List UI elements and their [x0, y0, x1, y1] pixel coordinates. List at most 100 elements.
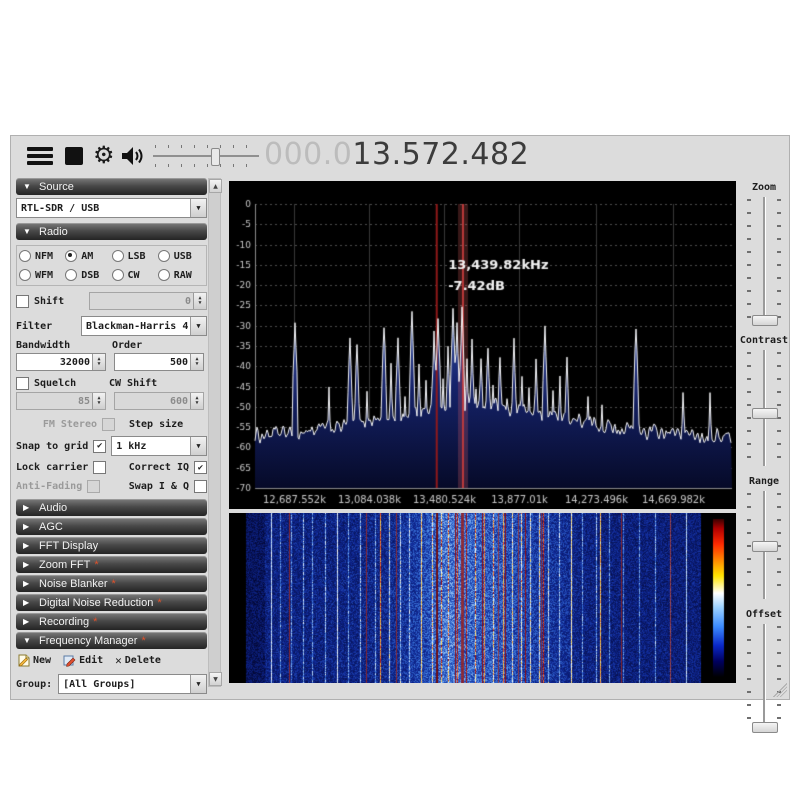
new-entry-button[interactable]: New — [18, 654, 51, 667]
section-label: Frequency Manager — [39, 634, 138, 647]
spinner-arrows-icon[interactable]: ▲ ▼ — [190, 354, 203, 370]
stop-button[interactable] — [65, 147, 83, 165]
mode-wfm[interactable]: WFM — [19, 269, 65, 281]
slider-ticks — [777, 626, 781, 728]
spinner-arrows-icon[interactable]: ▲ ▼ — [92, 354, 105, 370]
section-header-audio[interactable]: ▶ Audio — [16, 499, 207, 516]
zoom-slider-label: Zoom — [751, 182, 777, 193]
section-header-zoom-fft[interactable]: ▶ Zoom FFT * — [16, 556, 207, 573]
shift-row: Shift 0 ▲ ▼ — [16, 292, 207, 310]
chevron-down-icon[interactable]: ▼ — [190, 199, 206, 217]
delete-x-icon: ✕ — [115, 653, 122, 667]
radio-icon — [157, 269, 170, 281]
slider-thumb[interactable] — [752, 314, 778, 326]
cw-shift-label: CW Shift — [109, 378, 158, 389]
menu-icon[interactable] — [27, 147, 53, 165]
group-select[interactable]: [All Groups] ▼ — [58, 674, 207, 694]
slider-thumb[interactable] — [752, 540, 778, 552]
section-header-fft-display[interactable]: ▶ FFT Display — [16, 537, 207, 554]
section-label: Radio — [39, 225, 68, 238]
section-label: Audio — [39, 501, 68, 514]
anti-fading-checkbox — [87, 480, 101, 493]
volume-slider[interactable] — [153, 145, 259, 167]
correct-iq-checkbox[interactable]: ✔ — [194, 461, 207, 474]
filter-select[interactable]: Blackman-Harris 4 ▼ — [81, 316, 207, 336]
snap-checkbox[interactable]: ✔ — [93, 439, 107, 453]
chevron-down-icon[interactable]: ▼ — [190, 317, 206, 335]
radio-icon — [111, 269, 124, 281]
radio-icon — [157, 250, 170, 262]
section-header-source[interactable]: ▼ Source — [16, 178, 207, 195]
button-label: New — [33, 654, 52, 666]
resize-grip[interactable] — [773, 683, 787, 697]
radio-icon — [65, 269, 78, 281]
frequency-manager-toolbar: New Edit ✕ Delete — [18, 652, 207, 668]
source-device-select[interactable]: RTL-SDR / USB ▼ — [16, 198, 207, 218]
offset-slider[interactable] — [747, 624, 781, 733]
correct-iq-label: Correct IQ — [128, 462, 189, 473]
cw-shift-input[interactable]: 600 ▲ ▼ — [114, 392, 204, 410]
range-slider[interactable] — [747, 491, 781, 599]
swap-iq-checkbox[interactable] — [194, 480, 207, 493]
section-header-recording[interactable]: ▶ Recording * — [16, 613, 207, 630]
mode-lsb[interactable]: LSB — [111, 250, 158, 262]
mode-raw[interactable]: RAW — [157, 269, 204, 281]
mode-label: AM — [81, 250, 94, 262]
scroll-down-icon[interactable]: ▼ — [209, 672, 222, 686]
edit-entry-button[interactable]: Edit — [63, 654, 103, 667]
section-header-noise-blanker[interactable]: ▶ Noise Blanker * — [16, 575, 207, 592]
mode-usb[interactable]: USB — [157, 250, 204, 262]
shift-input[interactable]: 0 ▲ ▼ — [89, 292, 207, 310]
slider-thumb[interactable] — [752, 408, 778, 419]
shift-label: Shift — [34, 295, 65, 307]
collapsed-sections: ▶ Audio ▶ AGC ▶ FFT Display ▶ Zoom FFT * ▶ Noi… — [16, 499, 207, 649]
mode-nfm[interactable]: NFM — [19, 250, 65, 262]
mode-am[interactable]: AM — [65, 250, 111, 262]
mode-cw[interactable]: CW — [111, 269, 158, 281]
chevron-right-icon: ▶ — [23, 560, 30, 569]
mode-dsb[interactable]: DSB — [65, 269, 111, 281]
section-header-radio[interactable]: ▼ Radio — [16, 223, 207, 240]
slider-thumb[interactable] — [752, 721, 778, 733]
bandwidth-input[interactable]: 32000 ▲ ▼ — [16, 353, 106, 371]
panel-scrollbar[interactable]: ▲ ▼ — [208, 178, 222, 687]
bandwidth-order-inputs: 32000 ▲ ▼ 500 ▲ ▼ — [16, 353, 207, 371]
contrast-slider[interactable] — [747, 350, 781, 466]
step-size-label: Step size — [129, 419, 184, 430]
scroll-up-icon[interactable]: ▲ — [209, 179, 222, 193]
delete-entry-button[interactable]: ✕ Delete — [115, 654, 161, 667]
sdrsharp-window: ⚙ 000.013.572.482 ▼ Source RTL-SDR / USB… — [10, 135, 790, 733]
spinner-arrows-icon[interactable]: ▲ ▼ — [92, 393, 105, 409]
lock-carrier-checkbox[interactable] — [93, 461, 107, 474]
spectrum-canvas[interactable] — [229, 181, 736, 509]
radio-icon — [19, 250, 31, 262]
order-input[interactable]: 500 ▲ ▼ — [114, 353, 204, 371]
squelch-input[interactable]: 85 ▲ ▼ — [16, 392, 106, 410]
section-header-digital-noise-reduction[interactable]: ▶ Digital Noise Reduction * — [16, 594, 207, 611]
selected-device: RTL-SDR / USB — [21, 202, 100, 214]
mode-label: RAW — [173, 269, 192, 281]
waterfall-canvas[interactable] — [229, 513, 736, 683]
section-label: AGC — [39, 520, 63, 533]
chevron-down-icon: ▼ — [23, 636, 31, 645]
section-header-frequency-manager[interactable]: ▼ Frequency Manager * — [16, 632, 207, 649]
zoom-slider[interactable] — [747, 197, 781, 326]
slider-ticks — [777, 199, 781, 323]
volume-icon[interactable] — [121, 146, 145, 170]
frequency-display[interactable]: 000.013.572.482 — [264, 137, 529, 172]
settings-gear-icon[interactable]: ⚙ — [93, 138, 115, 172]
button-label: Edit — [79, 654, 104, 666]
shift-checkbox[interactable] — [16, 294, 29, 308]
chevron-down-icon[interactable]: ▼ — [190, 675, 206, 693]
squelch-checkbox[interactable] — [16, 377, 29, 390]
spinner-arrows-icon[interactable]: ▲ ▼ — [190, 393, 203, 409]
mode-label: DSB — [81, 269, 100, 281]
chevron-right-icon: ▶ — [23, 541, 30, 550]
section-label: Zoom FFT — [39, 558, 91, 571]
step-size-select[interactable]: 1 kHz ▼ — [111, 436, 207, 456]
mode-label: LSB — [127, 250, 146, 262]
spinner-arrows-icon[interactable]: ▲ ▼ — [193, 293, 206, 309]
chevron-down-icon[interactable]: ▼ — [190, 437, 206, 455]
chevron-right-icon: ▶ — [23, 598, 30, 607]
section-header-agc[interactable]: ▶ AGC — [16, 518, 207, 535]
